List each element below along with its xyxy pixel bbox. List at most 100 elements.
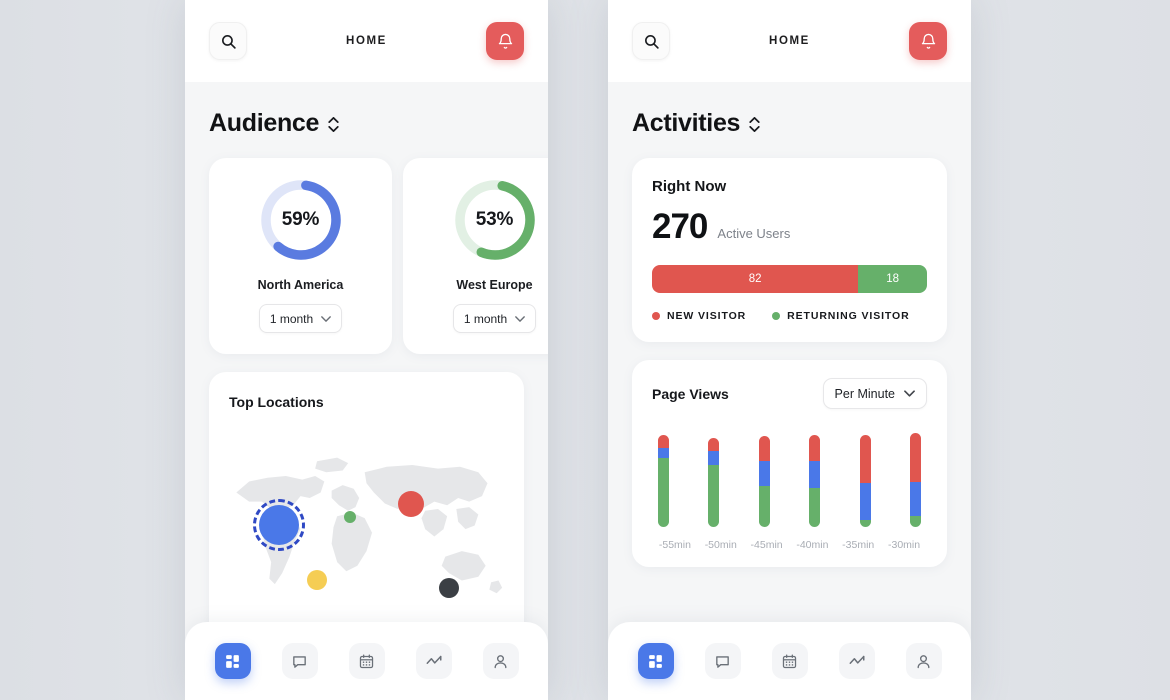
visitor-segment-returning-label: 18	[886, 273, 900, 285]
search-button[interactable]	[632, 22, 670, 60]
search-button[interactable]	[209, 22, 247, 60]
chevron-down-icon	[515, 315, 526, 322]
calendar-icon	[782, 653, 797, 668]
active-users-count: 270	[652, 207, 708, 246]
period-select-west-europe[interactable]: 1 month	[452, 304, 537, 333]
page-views-period-value: Per Minute	[834, 386, 895, 401]
nav-profile[interactable]	[905, 643, 942, 679]
legend-label-new: NEW VISITOR	[667, 310, 747, 322]
period-select-value: 1 month	[463, 311, 508, 326]
app-header-right: HOME	[608, 0, 971, 82]
page-title: HOME	[346, 35, 387, 47]
visitor-legend: NEW VISITOR RETURNING VISITOR	[652, 310, 927, 322]
bar-segment-green	[909, 515, 921, 527]
bar-segment-green	[809, 488, 821, 527]
legend-label-returning: RETURNING VISITOR	[787, 310, 910, 322]
donut-card-north-america[interactable]: 59% North America 1 month	[209, 158, 392, 354]
page-views-bar[interactable]	[809, 435, 821, 527]
section-title: Audience	[209, 109, 320, 137]
nav-profile[interactable]	[482, 643, 519, 679]
page-views-bar[interactable]	[909, 433, 921, 527]
bar-segment-green	[658, 457, 669, 527]
page-views-axis-labels: -55min -50min -45min -40min -35min -30mi…	[652, 539, 927, 551]
north-america-marker[interactable]	[258, 505, 299, 545]
page-background	[0, 0, 1170, 700]
active-users-caption: Active Users	[717, 226, 791, 241]
bar-segment-red	[758, 435, 770, 461]
donut-value-label: 53%	[475, 209, 514, 230]
bar-axis-label: -55min	[658, 539, 691, 551]
bar-segment-green	[758, 486, 770, 527]
page-views-card[interactable]: Page Views Per Minute -55min -50min -45m…	[632, 360, 947, 567]
page-views-header: Page Views Per Minute	[652, 378, 927, 409]
page-views-bar[interactable]	[758, 435, 770, 527]
bar-segment-blue	[809, 460, 821, 489]
chevron-down-icon	[321, 315, 332, 322]
app-header-left: HOME	[185, 0, 548, 82]
person-icon	[494, 654, 507, 668]
nav-dashboard[interactable]	[637, 643, 674, 679]
active-users-row: 270 Active Users	[652, 207, 927, 247]
asia-marker[interactable]	[397, 491, 424, 517]
west-africa-marker[interactable]	[344, 510, 356, 523]
visitor-segment-new-label: 82	[748, 273, 762, 285]
trend-line-icon	[849, 655, 864, 664]
calendar-icon	[359, 653, 374, 668]
bar-axis-label: -45min	[750, 539, 783, 551]
page-title: HOME	[769, 35, 810, 47]
nav-calendar[interactable]	[771, 643, 808, 679]
nav-messages[interactable]	[281, 643, 318, 679]
donut-chart-west-europe: 53%	[451, 176, 539, 264]
person-icon	[917, 654, 930, 668]
section-title: Activities	[632, 109, 741, 137]
period-select-north-america[interactable]: 1 month	[258, 304, 343, 333]
nav-calendar[interactable]	[348, 643, 385, 679]
bar-segment-blue	[758, 460, 770, 486]
page-views-bar[interactable]	[658, 435, 669, 527]
bell-icon	[921, 33, 935, 49]
screen-audience: HOME Audience 59% North America 1 month …	[185, 0, 548, 700]
bar-segment-green	[708, 465, 720, 527]
page-views-bar[interactable]	[859, 435, 871, 527]
nav-analytics[interactable]	[415, 643, 452, 679]
visitor-split-bar: 82 18	[652, 265, 927, 293]
chevron-down-icon	[904, 390, 915, 397]
card-title-top-locations: Top Locations	[229, 394, 324, 410]
phone-activities: HOME Activities Right Now 270 Active Use…	[608, 0, 971, 700]
right-now-card[interactable]: Right Now 270 Active Users 82 18 NEW VIS…	[632, 158, 947, 342]
card-title-right-now: Right Now	[652, 178, 727, 195]
bar-segment-blue	[859, 482, 871, 520]
chat-bubble-icon	[293, 655, 306, 668]
donut-card-west-europe[interactable]: 53% West Europe 1 month	[403, 158, 548, 354]
bar-segment-blue	[658, 447, 669, 458]
nav-dashboard[interactable]	[214, 643, 251, 679]
notifications-button[interactable]	[486, 22, 524, 60]
bell-icon	[498, 33, 512, 49]
bar-axis-label: -35min	[842, 539, 875, 551]
nav-analytics[interactable]	[838, 643, 875, 679]
australia-marker[interactable]	[439, 578, 459, 598]
notifications-button[interactable]	[909, 22, 947, 60]
donut-chart-north-america: 59%	[257, 176, 345, 264]
dashboard-grid-icon	[649, 654, 662, 668]
bar-segment-red	[708, 437, 720, 452]
section-header-audience[interactable]: Audience	[209, 109, 524, 138]
nav-messages[interactable]	[704, 643, 741, 679]
bar-segment-green	[859, 519, 871, 527]
page-views-bar[interactable]	[708, 437, 720, 527]
phone-audience: HOME Audience 59% North America 1 month …	[185, 0, 548, 700]
page-views-period-select[interactable]: Per Minute	[822, 378, 927, 409]
search-icon	[221, 34, 236, 49]
sort-chevrons-icon[interactable]	[328, 117, 339, 132]
content-activities: Activities Right Now 270 Active Users 82	[608, 82, 971, 700]
south-america-marker[interactable]	[307, 569, 327, 590]
section-header-activities[interactable]: Activities	[632, 109, 947, 138]
chat-bubble-icon	[716, 655, 729, 668]
sort-chevrons-icon[interactable]	[749, 117, 760, 132]
world-map[interactable]	[229, 420, 504, 630]
content-audience: Audience 59% North America 1 month 53% W…	[185, 82, 548, 700]
card-title-page-views: Page Views	[652, 385, 729, 402]
donut-value-label: 59%	[281, 209, 320, 230]
bottom-nav-left	[185, 622, 548, 700]
bar-axis-label: -40min	[796, 539, 829, 551]
